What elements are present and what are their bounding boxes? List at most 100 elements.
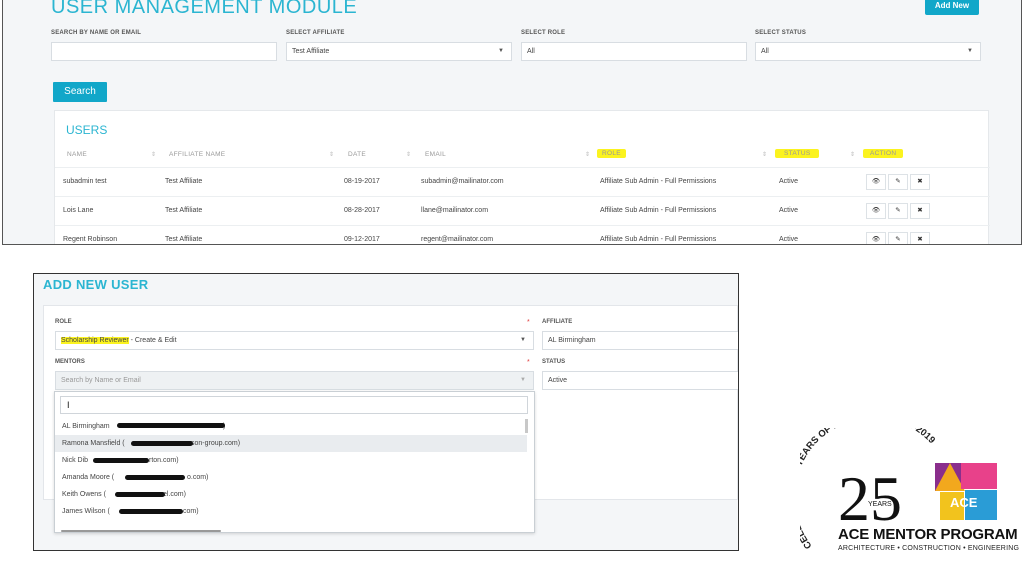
mentor-option-name: James Wilson (: [62, 508, 110, 515]
cell-role: Affiliate Sub Admin - Full Permissions: [600, 236, 717, 243]
cell-role: Affiliate Sub Admin - Full Permissions: [600, 178, 717, 185]
add-new-button[interactable]: Add New: [925, 0, 979, 15]
mentor-option-name: Ramona Mansfield (: [62, 440, 125, 447]
role-value-highlight: Scholarship Reviewer: [61, 337, 129, 344]
mentors-select[interactable]: Search by Name or Email ▼: [55, 371, 534, 390]
edit-icon[interactable]: ✎: [888, 232, 908, 244]
caret-down-icon: ▼: [520, 337, 526, 343]
affiliate-select[interactable]: Test Affiliate ▼: [286, 42, 512, 61]
mentor-option[interactable]: James Wilson ( com): [55, 503, 527, 520]
column-header-name[interactable]: NAME: [67, 151, 87, 158]
status-select[interactable]: All ▼: [755, 42, 981, 61]
sort-icon[interactable]: ⇕: [151, 151, 156, 158]
filter-status: SELECT STATUS All ▼: [755, 30, 981, 61]
required-marker: *: [527, 319, 530, 326]
column-header-email[interactable]: EMAIL: [425, 151, 446, 158]
affiliate-field[interactable]: AL Birmingham: [542, 331, 738, 350]
filter-search: SEARCH BY NAME OR EMAIL: [51, 30, 277, 61]
caret-down-icon: ▼: [520, 377, 526, 383]
sort-icon[interactable]: ⇕: [762, 151, 767, 158]
mentor-option-partial[interactable]: [55, 520, 527, 532]
edit-icon[interactable]: ✎: [888, 203, 908, 219]
caret-down-icon: ▼: [498, 48, 504, 54]
mentor-option[interactable]: AL Birmingham ): [55, 418, 527, 435]
table-row: Regent Robinson Test Affiliate 09-12-201…: [55, 225, 990, 244]
redaction-scribble: [117, 423, 225, 428]
redaction-scribble: [93, 458, 149, 463]
filter-label: SEARCH BY NAME OR EMAIL: [51, 30, 142, 36]
cell-affiliate: Test Affiliate: [165, 207, 203, 214]
cell-name: Regent Robinson: [63, 236, 118, 243]
search-button[interactable]: Search: [53, 82, 107, 102]
role-select-value: All: [527, 48, 535, 55]
cell-email: llane@mailinator.com: [421, 207, 489, 214]
logo-ace-letters: ACE: [950, 495, 978, 510]
mentor-option[interactable]: Keith Owens ( el.com): [55, 486, 527, 503]
cell-status: Active: [779, 207, 799, 214]
status-field[interactable]: Active: [542, 371, 738, 390]
cell-date: 09-12-2017: [344, 236, 380, 243]
delete-icon[interactable]: ✖: [910, 203, 930, 219]
sort-icon[interactable]: ⇕: [329, 151, 334, 158]
cut-off-row: [61, 530, 221, 532]
role-select[interactable]: Scholarship Reviewer - Create & Edit ▼: [55, 331, 534, 350]
mentor-option-name: Nick Dib: [62, 457, 89, 464]
logo-main-text: ACE MENTOR PROGRAM: [838, 526, 1018, 543]
table-row: subadmin test Test Affiliate 08-19-2017 …: [55, 167, 990, 196]
mentor-option-name: Amanda Moore (: [62, 474, 115, 481]
role-value-rest: - Create & Edit: [128, 337, 177, 344]
logo-number: 25: [838, 463, 902, 534]
view-icon[interactable]: 👁: [866, 174, 886, 190]
affiliate-label: AFFILIATE: [542, 319, 573, 325]
table-row: Lois Lane Test Affiliate 08-28-2017 llan…: [55, 196, 990, 225]
redaction-scribble: [125, 475, 185, 480]
cell-status: Active: [779, 236, 799, 243]
cell-affiliate: Test Affiliate: [165, 236, 203, 243]
role-label: ROLE: [55, 319, 72, 325]
user-management-screenshot: USER MANAGEMENT MODULE Add New SEARCH BY…: [2, 0, 1022, 245]
search-input[interactable]: [51, 42, 277, 61]
redaction-scribble: [131, 441, 193, 446]
status-select-value: All: [761, 48, 769, 55]
users-table-panel: USERS NAME ⇕ AFFILIATE NAME ⇕ DATE ⇕ EMA…: [54, 110, 990, 244]
caret-down-icon: ▼: [967, 48, 973, 54]
mentor-option[interactable]: Amanda Moore ( o.com): [55, 469, 527, 486]
sort-icon[interactable]: ⇕: [406, 151, 411, 158]
sort-icon[interactable]: ⇕: [850, 151, 855, 158]
add-new-user-screenshot: ADD NEW USER C ROLE * Scholarship Review…: [33, 273, 739, 551]
mentor-option-tail: el.com): [163, 491, 186, 498]
mentor-option-tail: com): [183, 508, 199, 515]
affiliate-select-value: Test Affiliate: [292, 48, 330, 55]
column-header-affiliate[interactable]: AFFILIATE NAME: [169, 151, 225, 158]
mentors-dropdown: I AL Birmingham ) Ramona Mansfield ( son…: [54, 391, 535, 533]
cell-status: Active: [779, 178, 799, 185]
mentors-placeholder: Search by Name or Email: [61, 377, 141, 384]
mentors-label: MENTORS: [55, 359, 85, 365]
filter-label: SELECT ROLE: [521, 30, 566, 36]
logo-years: YEARS: [868, 501, 892, 508]
cell-affiliate: Test Affiliate: [165, 178, 203, 185]
view-icon[interactable]: 👁: [866, 203, 886, 219]
page-title: USER MANAGEMENT MODULE: [51, 0, 358, 18]
sort-icon[interactable]: ⇕: [585, 151, 590, 158]
redaction-scribble: [115, 492, 165, 497]
view-icon[interactable]: 👁: [866, 232, 886, 244]
delete-icon[interactable]: ✖: [910, 174, 930, 190]
edit-icon[interactable]: ✎: [888, 174, 908, 190]
logo-sub-text: ARCHITECTURE • CONSTRUCTION • ENGINEERIN…: [838, 545, 1020, 552]
column-header-status[interactable]: STATUS: [775, 149, 820, 158]
ace-mark-c: [961, 463, 997, 489]
cell-email: subadmin@mailinator.com: [421, 178, 504, 185]
add-user-title: ADD NEW USER: [43, 277, 149, 292]
mentor-option[interactable]: Ramona Mansfield ( son-group.com): [55, 435, 527, 452]
mentor-search-input[interactable]: I: [60, 396, 528, 414]
delete-icon[interactable]: ✖: [910, 232, 930, 244]
mentor-option-name: AL Birmingham: [62, 423, 110, 430]
cell-email: regent@mailinator.com: [421, 236, 494, 243]
cell-date: 08-28-2017: [344, 207, 380, 214]
role-select[interactable]: All: [521, 42, 747, 61]
column-header-role[interactable]: ROLE: [597, 149, 626, 158]
column-header-date[interactable]: DATE: [348, 151, 366, 158]
mentor-option[interactable]: Nick Dib rton.com): [55, 452, 527, 469]
mentor-option-tail: rton.com): [149, 457, 179, 464]
